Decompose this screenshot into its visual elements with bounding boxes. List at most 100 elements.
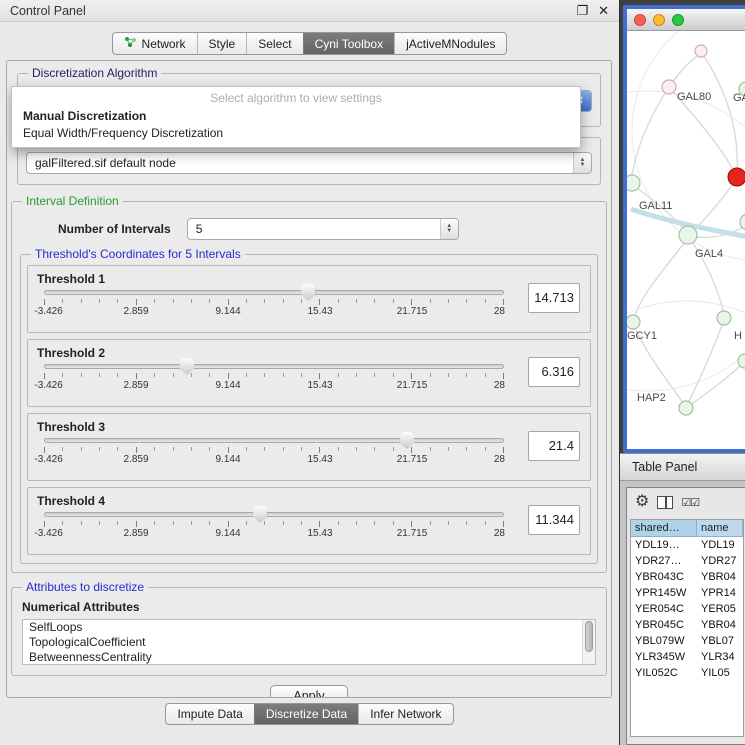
slider-track[interactable] — [44, 512, 504, 517]
column-header-shared-name[interactable]: shared… — [631, 520, 697, 537]
table-row[interactable]: YBR045CYBR04 — [631, 617, 743, 633]
tab-infer-network[interactable]: Infer Network — [358, 704, 452, 724]
table-row[interactable]: YER054CYER05 — [631, 601, 743, 617]
threshold-1-value-field[interactable]: 14.713 — [528, 283, 580, 313]
slider-scale: -3.4262.8599.14415.4321.71528 — [44, 306, 504, 318]
combobox-value: 5 — [196, 222, 440, 236]
table-row[interactable]: YDL19…YDL19 — [631, 537, 743, 553]
table-row[interactable]: YBL079WYBL07 — [631, 633, 743, 649]
threshold-3-panel: Threshold 3 -3.4262.8599.14415.4321.7152… — [27, 413, 591, 481]
tab-label: jActiveMNodules — [406, 37, 495, 51]
slider-scale: -3.4262.8599.14415.4321.71528 — [44, 380, 504, 392]
network-node[interactable] — [627, 315, 640, 329]
dropdown-option-equal-width-frequency[interactable]: Equal Width/Frequency Discretization — [12, 125, 580, 142]
network-graph: GAL80GAGAL11GAL4GCY1HHAP2 — [627, 31, 745, 451]
network-node[interactable] — [728, 168, 745, 186]
threshold-2-value-field[interactable]: 6.316 — [528, 357, 580, 387]
minimize-traffic-light-icon[interactable] — [653, 14, 665, 26]
threshold-3-value-field[interactable]: 21.4 — [528, 431, 580, 461]
control-panel-window: Control Panel ❐ ✕ Network Style Select C… — [0, 0, 620, 745]
tab-jactivemnodules[interactable]: jActiveMNodules — [394, 33, 506, 54]
group-title: Threshold's Coordinates for 5 Intervals — [31, 247, 245, 261]
column-header-name[interactable]: name — [697, 520, 743, 537]
tab-impute-data[interactable]: Impute Data — [166, 704, 253, 724]
network-canvas[interactable]: GAL80GAGAL11GAL4GCY1HHAP2 — [627, 31, 745, 448]
table-panel-region: Table Panel ⚙ ☑☑ shared… name YDL19…YDL1… — [620, 453, 745, 745]
table-row[interactable]: YLR345WYLR34 — [631, 649, 743, 665]
slider-scale: -3.4262.8599.14415.4321.71528 — [44, 528, 504, 540]
threshold-3-slider[interactable]: -3.4262.8599.14415.4321.71528 — [44, 438, 504, 466]
network-node[interactable] — [679, 226, 697, 244]
window-title: Control Panel — [10, 4, 86, 18]
threshold-label: Threshold 3 — [37, 420, 105, 434]
node-table-window: ⚙ ☑☑ shared… name YDL19…YDL19 YDR27…YDR2… — [626, 487, 745, 745]
network-node-label: GA — [733, 92, 745, 104]
number-of-intervals-combobox[interactable]: 5 ▲▼ — [187, 218, 459, 240]
tab-discretize-data[interactable]: Discretize Data — [254, 704, 358, 724]
network-node-label: HAP2 — [637, 392, 666, 404]
slider-ticks — [44, 521, 504, 527]
network-node[interactable] — [695, 45, 707, 57]
threshold-4-panel: Threshold 4 -3.4262.8599.14415.4321.7152… — [27, 487, 591, 555]
network-node[interactable] — [662, 80, 676, 94]
threshold-label: Threshold 4 — [37, 494, 105, 508]
thresholds-group: Threshold's Coordinates for 5 Intervals … — [20, 254, 598, 564]
network-icon — [124, 36, 137, 51]
table-panel-title: Table Panel — [632, 460, 697, 474]
list-item[interactable]: BetweennessCentrality — [23, 650, 595, 665]
slider-ticks — [44, 447, 504, 453]
slider-track[interactable] — [44, 364, 504, 369]
network-node-label: GCY1 — [627, 330, 657, 342]
table-row[interactable]: YBR043CYBR04 — [631, 569, 743, 585]
bottom-tab-bar: Impute Data Discretize Data Infer Networ… — [165, 703, 453, 725]
tab-style[interactable]: Style — [197, 33, 247, 54]
columns-icon[interactable] — [657, 496, 673, 509]
tab-cyni-toolbox[interactable]: Cyni Toolbox — [303, 33, 394, 54]
node-table: shared… name YDL19…YDL19 YDR27…YDR27 YBR… — [630, 519, 744, 737]
tab-select[interactable]: Select — [246, 33, 302, 54]
combobox-stepper-icon[interactable]: ▲▼ — [440, 219, 458, 239]
tab-network[interactable]: Network — [113, 33, 197, 54]
network-node-label: GAL80 — [677, 91, 711, 103]
slider-track[interactable] — [44, 290, 504, 295]
list-item[interactable]: SelfLoops — [23, 620, 595, 635]
apply-button[interactable]: Apply — [270, 685, 347, 698]
threshold-2-slider[interactable]: -3.4262.8599.14415.4321.71528 — [44, 364, 504, 392]
slider-track[interactable] — [44, 438, 504, 443]
zoom-traffic-light-icon[interactable] — [672, 14, 684, 26]
table-row[interactable]: YPR145WYPR14 — [631, 585, 743, 601]
table-data-combobox[interactable]: galFiltered.sif default node ▲▼ — [26, 152, 592, 174]
close-window-icon[interactable]: ✕ — [598, 3, 609, 19]
tab-label: Network — [142, 37, 186, 51]
gear-icon[interactable]: ⚙ — [635, 494, 649, 510]
close-traffic-light-icon[interactable] — [634, 14, 646, 26]
tab-label: Infer Network — [370, 707, 441, 721]
table-row[interactable]: YIL052CYIL05 — [631, 665, 743, 681]
tab-label: Impute Data — [177, 707, 242, 721]
slider-ticks — [44, 373, 504, 379]
threshold-4-slider[interactable]: -3.4262.8599.14415.4321.71528 — [44, 512, 504, 540]
threshold-1-slider[interactable]: -3.4262.8599.14415.4321.71528 — [44, 290, 504, 318]
threshold-label: Threshold 1 — [37, 272, 105, 286]
table-toolbar: ⚙ ☑☑ — [627, 488, 745, 516]
network-node[interactable] — [627, 175, 640, 191]
select-columns-icon[interactable]: ☑☑ — [681, 496, 699, 509]
tab-label: Style — [209, 37, 236, 51]
table-header-row: shared… name — [631, 520, 743, 537]
tab-label: Cyni Toolbox — [315, 37, 383, 51]
threshold-label: Threshold 2 — [37, 346, 105, 360]
table-row[interactable]: YDR27…YDR27 — [631, 553, 743, 569]
dropdown-option-manual-discretization[interactable]: Manual Discretization — [12, 108, 580, 125]
threshold-4-value-field[interactable]: 11.344 — [528, 505, 580, 535]
combobox-stepper-icon[interactable]: ▲▼ — [573, 153, 591, 173]
threshold-2-panel: Threshold 2 -3.4262.8599.14415.4321.7152… — [27, 339, 591, 407]
number-of-intervals-label: Number of Intervals — [58, 222, 171, 236]
attributes-to-discretize-group: Attributes to discretize Numerical Attri… — [11, 587, 607, 676]
network-node[interactable] — [679, 401, 693, 415]
list-item[interactable]: TopologicalCoefficient — [23, 635, 595, 650]
list-scrollbar[interactable] — [582, 620, 595, 664]
network-node[interactable] — [717, 311, 731, 325]
float-window-icon[interactable]: ❐ — [576, 3, 588, 19]
table-panel-header: Table Panel — [620, 453, 745, 481]
scrollbar-thumb[interactable] — [585, 621, 593, 652]
